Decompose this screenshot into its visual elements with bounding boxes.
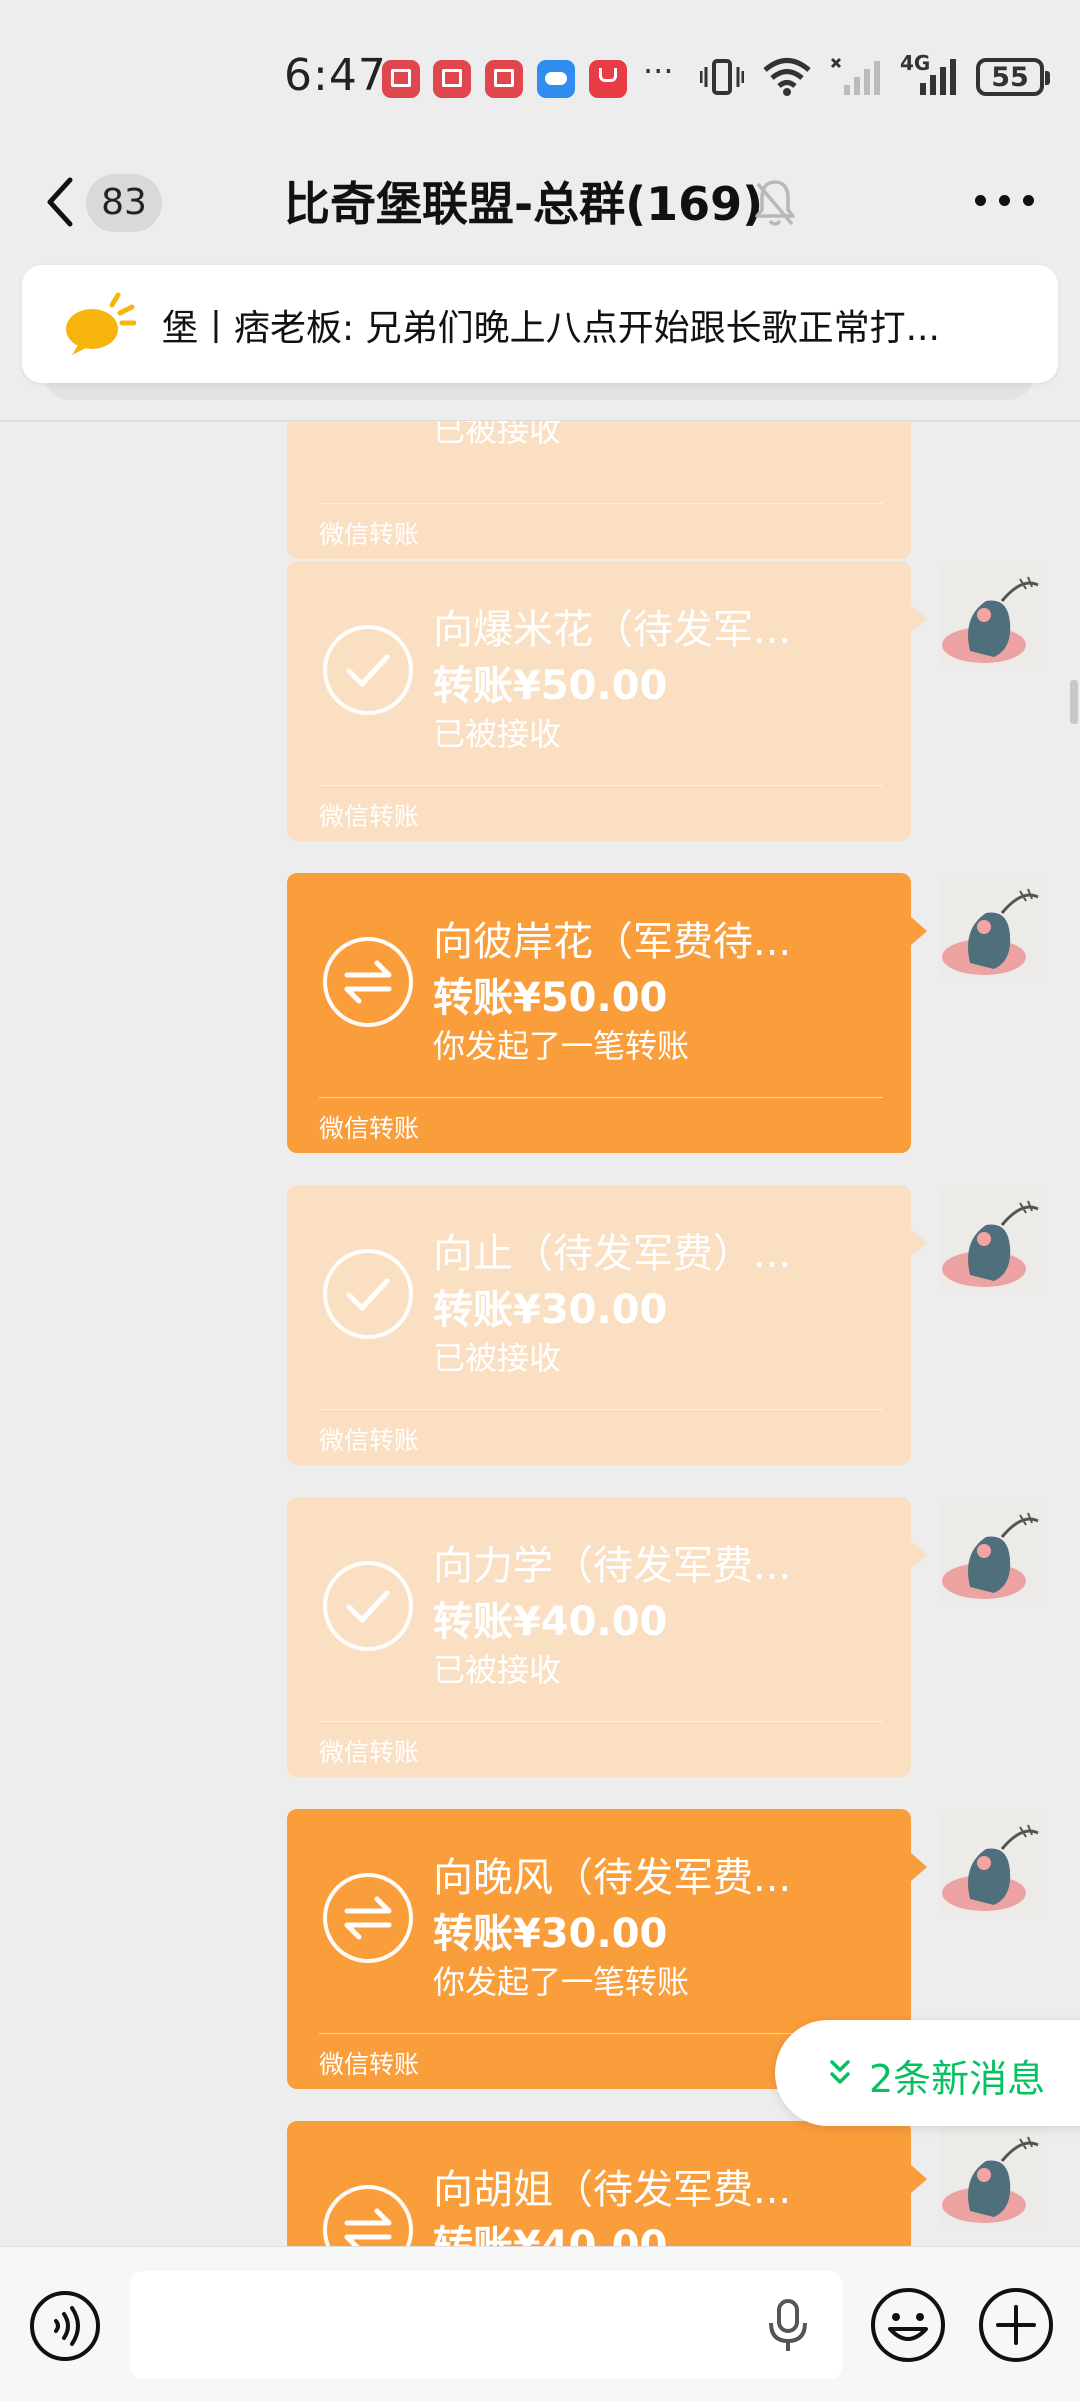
avatar[interactable]: [940, 1185, 1048, 1293]
chat-header: 83 比奇堡联盟-总群(169): [0, 150, 1080, 270]
message-input[interactable]: [130, 2271, 842, 2379]
microphone-icon[interactable]: [766, 2297, 810, 2355]
avatar-image: [942, 888, 1039, 975]
checkmark-icon: [323, 1249, 413, 1339]
avatar-image: [942, 576, 1039, 663]
wifi-icon: [763, 58, 811, 96]
appgallery-icon: [589, 60, 627, 98]
transfer-footer: 微信转账: [319, 1114, 420, 1143]
chat-title: 比奇堡联盟-总群(169): [284, 177, 764, 231]
transfer-footer: 微信转账: [319, 802, 420, 831]
transfer-footer: 微信转账: [319, 1738, 420, 1767]
transfer-arrows-icon: [323, 937, 413, 1027]
transfer-footer: 微信转账: [319, 2050, 420, 2079]
book-app-icon: [382, 60, 420, 98]
avatar-image: [942, 1200, 1039, 1287]
transfer-amount: 转账¥40.00: [433, 2223, 668, 2246]
card-divider: [319, 1097, 883, 1098]
more-options-icon[interactable]: [975, 195, 1034, 206]
cloud-icon: [537, 60, 575, 98]
avatar[interactable]: [940, 873, 1048, 981]
avatar-image: [942, 2136, 1039, 2223]
battery-indicator: 55: [976, 58, 1050, 96]
book-app-icon: [485, 60, 523, 98]
transfer-footer: 微信转账: [319, 1426, 420, 1455]
transfer-status: 已被接收: [433, 1339, 562, 1377]
transfer-card[interactable]: 向止（待发军费）... 转账¥30.00 已被接收 微信转账: [287, 1185, 927, 1465]
pinned-message-text: 堡丨痞老板: 兄弟们晚上八点开始跟长歌正常打...: [162, 308, 940, 349]
avatar-image: [942, 1824, 1039, 1911]
book-app-icon: [433, 60, 471, 98]
transfer-title: 向爆米花（待发军...: [433, 607, 792, 653]
transfer-status: 已被接收: [433, 715, 562, 753]
pinned-announcement[interactable]: 堡丨痞老板: 兄弟们晚上八点开始跟长歌正常打...: [22, 265, 1058, 383]
transfer-title: 向胡姐（待发军费...: [433, 2167, 792, 2213]
back-arrow-icon[interactable]: [40, 174, 88, 230]
signal-4g-icon: 4G: [900, 51, 958, 97]
avatar[interactable]: [940, 1809, 1048, 1917]
chat-message-list[interactable]: 已被接收 微信转账 向爆米花（待发军... 转账¥50.00 已被接收 微信转账: [0, 421, 1080, 2246]
transfer-title: 向彼岸花（军费待...: [433, 919, 792, 965]
mute-bell-icon: [755, 180, 795, 226]
card-divider: [319, 503, 883, 504]
transfer-status: 你发起了一笔转账: [433, 1027, 690, 1065]
new-messages-label: 2条新消息: [869, 2057, 1046, 2101]
transfer-status: 已被接收: [433, 421, 562, 449]
transfer-amount: 转账¥30.00: [433, 1287, 668, 1333]
card-divider: [319, 1409, 883, 1410]
transfer-card[interactable]: 向爆米花（待发军... 转账¥50.00 已被接收 微信转账: [287, 561, 927, 841]
transfer-amount: 转账¥40.00: [433, 1599, 668, 1645]
card-divider: [319, 1721, 883, 1722]
double-chevron-down-icon: [830, 2060, 850, 2084]
emoji-icon[interactable]: [868, 2285, 948, 2365]
transfer-card[interactable]: 向胡姐（待发军费... 转账¥40.00: [287, 2121, 927, 2246]
transfer-amount: 转账¥50.00: [433, 663, 668, 709]
announcement-icon: [66, 292, 136, 355]
transfer-card[interactable]: 向力学（待发军费... 转账¥40.00 已被接收 微信转账: [287, 1497, 927, 1777]
checkmark-icon: [323, 1561, 413, 1651]
scrollbar-thumb[interactable]: [1070, 680, 1078, 724]
transfer-title: 向止（待发军费）...: [433, 1231, 792, 1277]
unread-count-badge[interactable]: 83: [86, 174, 162, 232]
transfer-status: 你发起了一笔转账: [433, 1963, 690, 2001]
new-messages-button[interactable]: 2条新消息: [775, 2020, 1080, 2126]
avatar[interactable]: [940, 2121, 1048, 2229]
vibrate-icon: [700, 59, 744, 95]
transfer-card[interactable]: 向彼岸花（军费待... 转账¥50.00 你发起了一笔转账 微信转账: [287, 873, 927, 1153]
avatar[interactable]: [940, 561, 1048, 669]
transfer-amount: 转账¥30.00: [433, 1911, 668, 1957]
transfer-arrows-icon: [323, 1873, 413, 1963]
transfer-amount: 转账¥50.00: [433, 975, 668, 1021]
more-notifications-icon: ···: [643, 52, 674, 90]
checkmark-icon: [323, 625, 413, 715]
transfer-title: 向晚风（待发军费...: [433, 1855, 792, 1901]
status-time: 6:47: [284, 50, 387, 101]
transfer-footer: 微信转账: [319, 520, 420, 549]
avatar[interactable]: [940, 1497, 1048, 1605]
transfer-status: 已被接收: [433, 1651, 562, 1689]
status-bar: 6:47 ··· 4G 55: [0, 0, 1080, 150]
plus-icon[interactable]: [976, 2285, 1056, 2365]
message-input-bar: [0, 2246, 1080, 2401]
no-signal-icon: [830, 57, 880, 95]
transfer-card-partial[interactable]: 已被接收 微信转账: [287, 421, 911, 559]
transfer-title: 向力学（待发军费...: [433, 1543, 792, 1589]
avatar-image: [942, 1512, 1039, 1599]
voice-input-icon[interactable]: [28, 2289, 102, 2363]
card-divider: [319, 785, 883, 786]
system-icons: 4G 55: [700, 51, 1050, 102]
transfer-arrows-icon: [323, 2185, 413, 2246]
